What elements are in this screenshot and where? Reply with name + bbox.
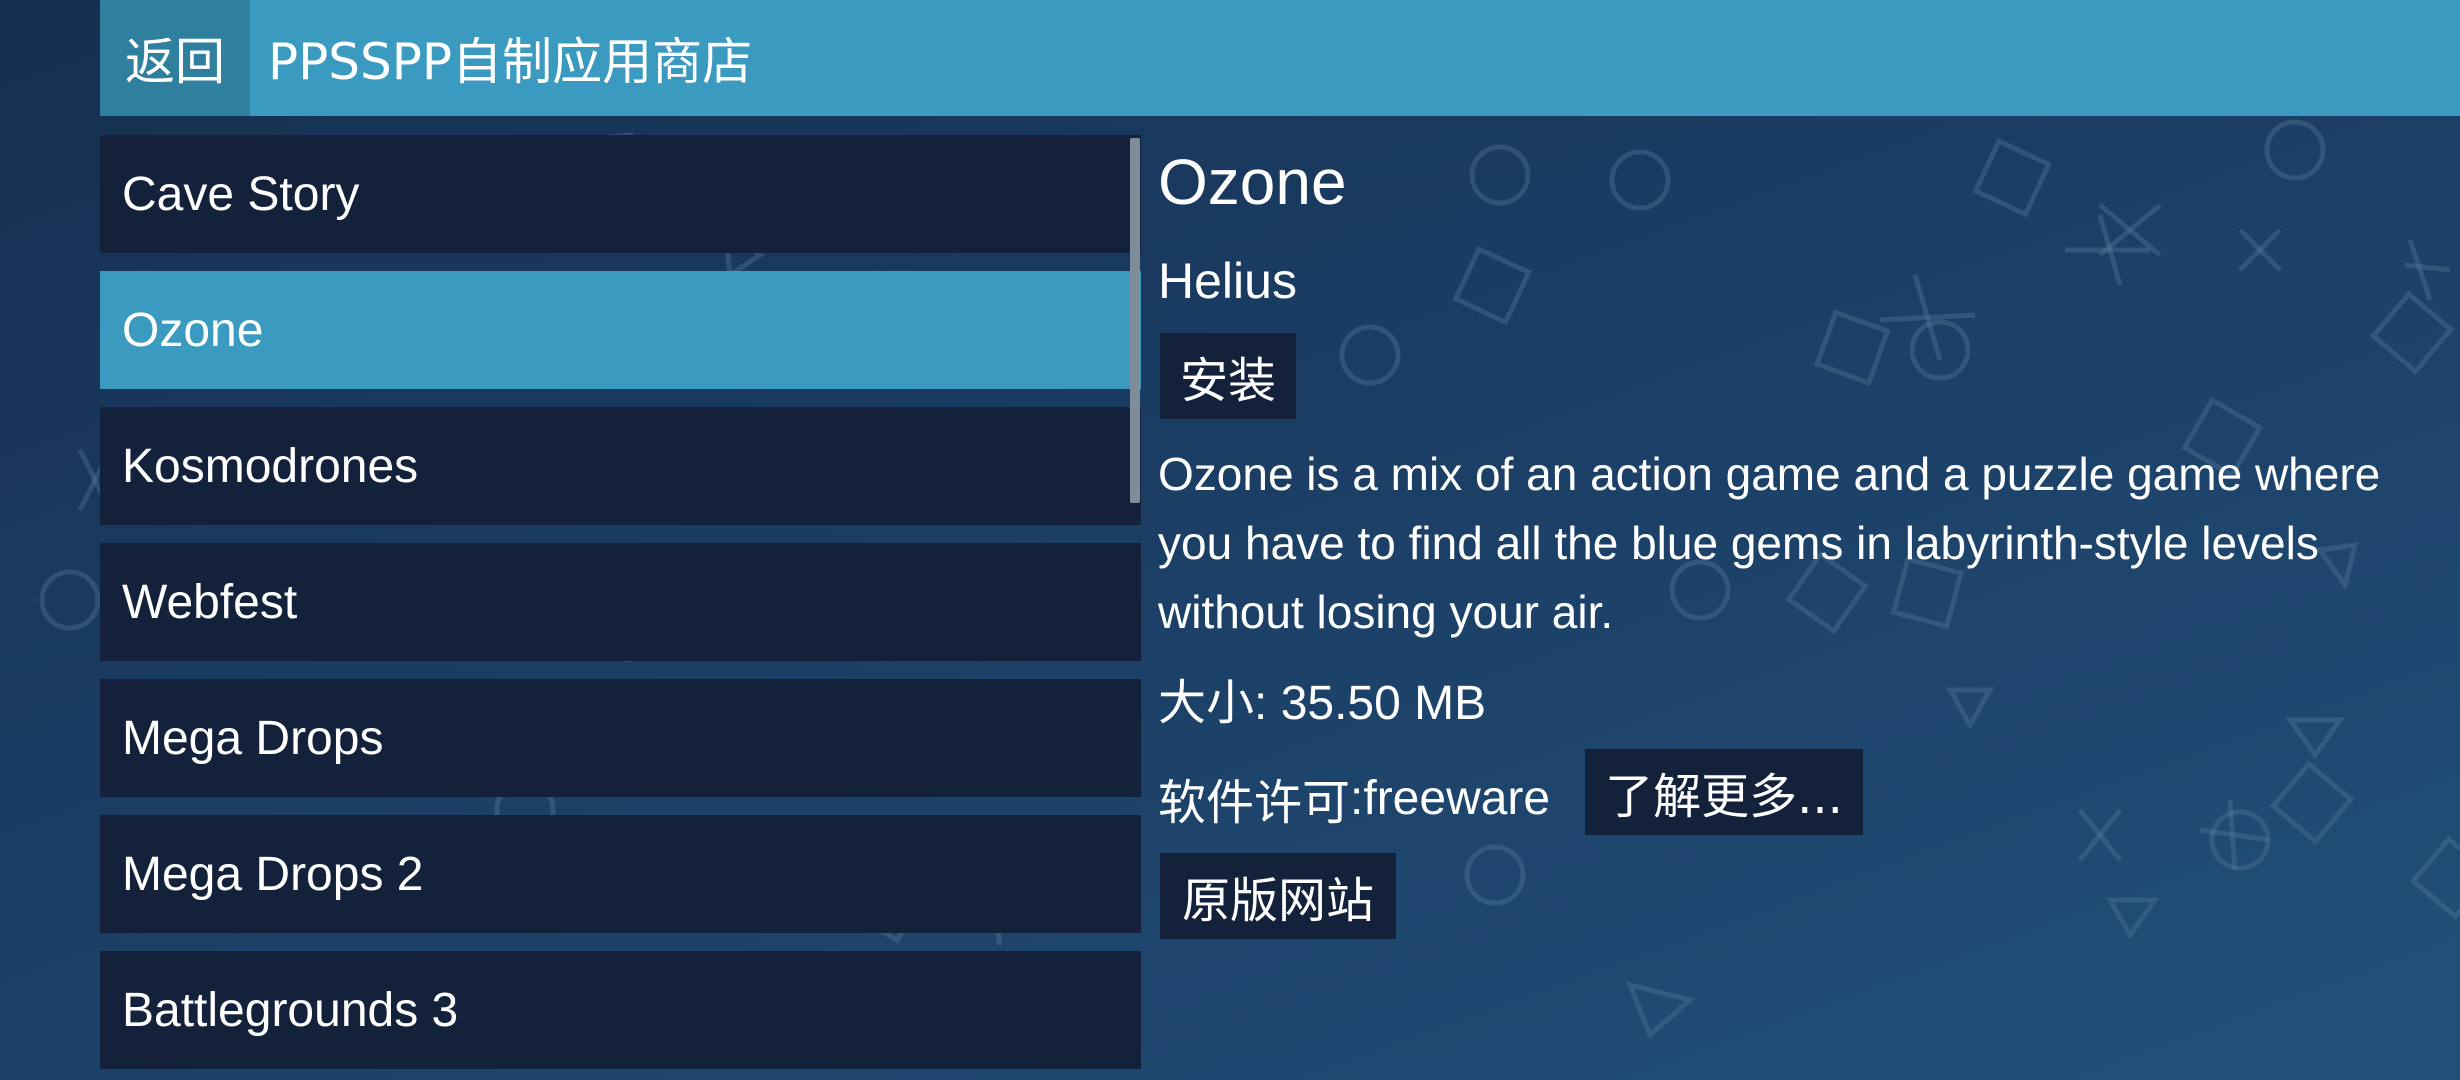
list-item-label: Ozone (122, 303, 264, 357)
install-button[interactable]: 安装 (1160, 333, 1296, 419)
learn-more-button[interactable]: 了解更多... (1585, 749, 1863, 835)
app-list[interactable]: Cave Story Ozone Kosmodrones Webfest Meg… (100, 135, 1141, 1080)
list-item-battlegrounds-3[interactable]: Battlegrounds 3 (100, 951, 1141, 1069)
size-label: 大小 (1158, 675, 1255, 731)
app-description: Ozone is a mix of an action game and a p… (1158, 448, 2381, 638)
size-value: 35.50 MB (1280, 677, 1487, 730)
app-title: Ozone (1158, 146, 1347, 218)
list-item-label: Mega Drops (122, 711, 384, 765)
list-item-label: Mega Drops 2 (122, 847, 424, 901)
list-item-webfest[interactable]: Webfest (100, 543, 1141, 661)
app-size: 大小: 35.50 MB (1158, 663, 1486, 733)
license-value: freeware (1363, 771, 1551, 825)
back-button[interactable]: 返回 (100, 0, 250, 116)
app-license: 软件许可: freeware (1158, 755, 1550, 841)
list-item-mega-drops-2[interactable]: Mega Drops 2 (100, 815, 1141, 933)
list-item-mega-drops[interactable]: Mega Drops (100, 679, 1141, 797)
list-item-label: Cave Story (122, 167, 360, 221)
header-bar: 返回 PPSSPP自制应用商店 (100, 0, 2460, 116)
website-button[interactable]: 原版网站 (1160, 853, 1396, 939)
list-item-kosmodrones[interactable]: Kosmodrones (100, 407, 1141, 525)
app-author: Helius (1158, 253, 1297, 309)
size-separator: : (1254, 677, 1281, 730)
list-item-cave-story[interactable]: Cave Story (100, 135, 1141, 253)
license-label: 软件许可 (1158, 775, 1351, 831)
list-item-ozone[interactable]: Ozone (100, 271, 1141, 389)
list-item-label: Battlegrounds 3 (122, 983, 459, 1037)
list-item-label: Kosmodrones (122, 439, 419, 493)
license-separator: : (1350, 771, 1364, 825)
list-scrollbar[interactable] (1130, 138, 1140, 503)
list-item-label: Webfest (122, 575, 298, 629)
page-title: PPSSPP自制应用商店 (268, 33, 753, 91)
